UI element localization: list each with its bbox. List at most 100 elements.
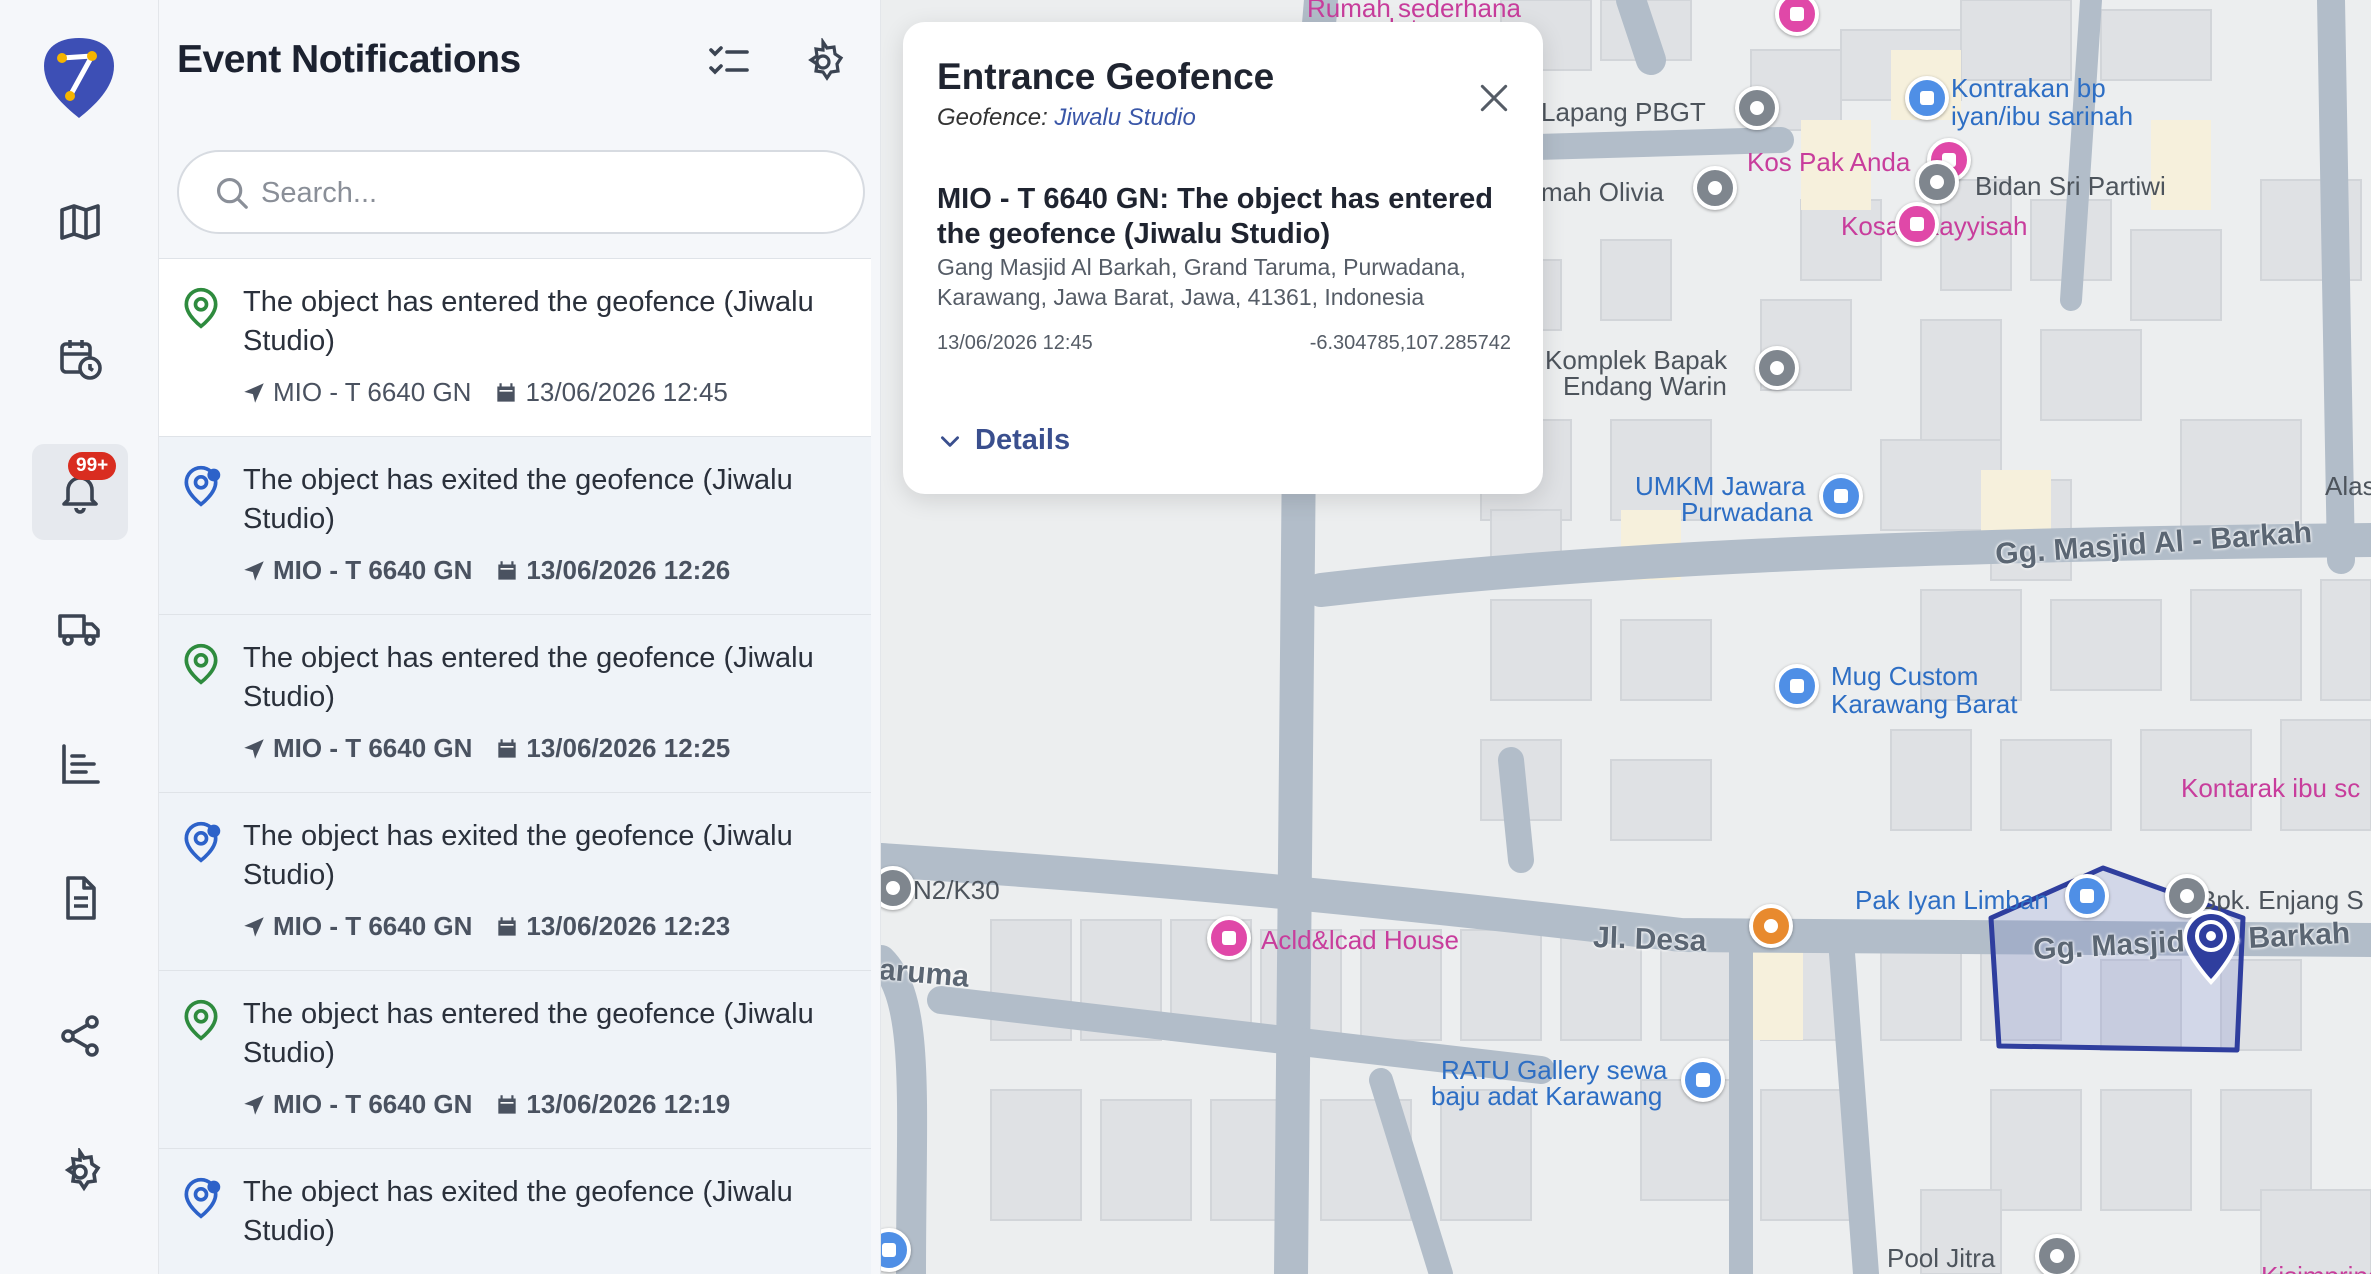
- poi-shop-icon[interactable]: [1775, 664, 1819, 708]
- calendar-icon: [498, 916, 517, 936]
- calendar-icon: [497, 382, 516, 402]
- map-label: mah Olivia: [1541, 177, 1664, 207]
- navigation-arrow-icon: [244, 382, 264, 403]
- map-label: Endang Warin: [1563, 371, 1727, 401]
- map-label: Karawang Barat: [1831, 689, 2018, 719]
- popup-headline: MIO - T 6640 GN: The object has entered …: [937, 183, 1493, 250]
- details-toggle[interactable]: Details: [937, 424, 1070, 457]
- notification-message: The object has exited the geofence (Jiwa…: [243, 1176, 793, 1247]
- popup-title: Entrance Geofence: [937, 56, 1275, 97]
- map-label: Pool Jitra: [1887, 1243, 1996, 1273]
- search-input[interactable]: [261, 168, 841, 218]
- navigation-arrow-icon: [244, 738, 264, 759]
- map-label: Purwadana: [1681, 497, 1813, 527]
- notification-item[interactable]: The object has exited the geofence (Jiwa…: [159, 1148, 871, 1274]
- poi-place-icon[interactable]: [1915, 160, 1959, 204]
- map-label: N2/K30: [913, 875, 1000, 905]
- chevron-down-icon: [941, 435, 959, 447]
- notifications-panel: Event Notifications The object has enter…: [159, 0, 881, 1274]
- nav-notifications[interactable]: 99+: [32, 444, 128, 540]
- geofence-name[interactable]: Jiwalu Studio: [1054, 104, 1195, 131]
- road-label: Jl. Desa: [1592, 921, 1707, 958]
- poi-lodging-icon[interactable]: [1895, 202, 1939, 246]
- nav-rail: 99+: [0, 0, 159, 1274]
- navigation-arrow-icon: [244, 560, 264, 581]
- geofence-enter-icon: [184, 287, 218, 329]
- notification-item[interactable]: The object has entered the geofence (Jiw…: [159, 614, 871, 792]
- notification-message: The object has entered the geofence (Jiw…: [243, 998, 814, 1069]
- calendar-icon: [498, 560, 517, 580]
- poi-place-icon[interactable]: [1735, 86, 1779, 130]
- notification-meta: MIO - T 6640 GN 13/06/2026 12:45: [241, 377, 728, 408]
- notification-meta: MIO - T 6640 GN 13/06/2026 12:23: [241, 911, 730, 942]
- vehicle-name: MIO - T 6640 GN: [273, 733, 473, 763]
- notification-count-badge: 99+: [68, 452, 117, 480]
- bar-chart-icon: [62, 744, 100, 784]
- document-icon: [66, 876, 96, 920]
- search-box: [177, 150, 865, 234]
- poi-place-icon[interactable]: [1755, 346, 1799, 390]
- poi-restaurant-icon[interactable]: [1749, 904, 1793, 948]
- notification-message: The object has entered the geofence (Jiw…: [243, 286, 814, 357]
- nav-schedule[interactable]: [32, 310, 128, 406]
- vehicle-name: MIO - T 6640 GN: [273, 377, 472, 407]
- notification-datetime: 13/06/2026 12:25: [526, 733, 731, 763]
- vehicle-name: MIO - T 6640 GN: [273, 555, 473, 585]
- popup-geofence: Geofence: Jiwalu Studio: [937, 104, 1196, 132]
- map-label: Kontarak ibu sc: [2181, 773, 2361, 803]
- settings-gear-icon[interactable]: [799, 38, 847, 86]
- notification-item[interactable]: The object has exited the geofence (Jiwa…: [159, 792, 871, 970]
- map-label: Kisimpring: [2261, 1262, 2371, 1274]
- map-label: Kos Pak Anda: [1747, 147, 1911, 177]
- geofence-enter-icon: [184, 999, 218, 1041]
- geofence-exit-icon: [184, 821, 221, 863]
- popup-datetime: 13/06/2026 12:45: [937, 332, 1093, 354]
- geofence-enter-icon: [184, 643, 218, 685]
- vehicle-name: MIO - T 6640 GN: [273, 1089, 473, 1119]
- notification-datetime: 13/06/2026 12:45: [525, 377, 728, 407]
- map-label: Bidan Sri Partiwi: [1975, 171, 2166, 201]
- app-logo-icon[interactable]: [42, 36, 116, 120]
- poi-shop-icon[interactable]: [1819, 474, 1863, 518]
- map-label: Komplek Bapak: [1545, 345, 1728, 375]
- map-label: UMKM Jawara: [1635, 471, 1806, 501]
- notification-message: The object has exited the geofence (Jiwa…: [243, 464, 793, 535]
- calendar-clock-icon: [60, 340, 102, 380]
- poi-shop-icon[interactable]: [1905, 76, 1949, 120]
- search-icon: [216, 177, 248, 209]
- map-label: iyan/ibu sarinah: [1951, 101, 2134, 131]
- details-label: Details: [975, 424, 1071, 456]
- geofence-exit-icon: [184, 1177, 221, 1219]
- mark-all-read-icon[interactable]: [705, 38, 753, 86]
- poi-place-icon[interactable]: [2035, 1234, 2079, 1274]
- map-label: Mug Custom: [1831, 661, 1979, 691]
- poi-place-icon[interactable]: [1693, 166, 1737, 210]
- event-detail-popup: Entrance Geofence Geofence: Jiwalu Studi…: [903, 22, 1543, 494]
- notification-item[interactable]: The object has entered the geofence (Jiw…: [159, 258, 871, 436]
- map-label: Alas d: [2325, 471, 2371, 501]
- poi-shop-icon[interactable]: [1681, 1058, 1725, 1102]
- road-label: aruma: [881, 953, 971, 994]
- notification-datetime: 13/06/2026 12:23: [526, 911, 731, 941]
- map-icon: [60, 204, 100, 240]
- close-icon[interactable]: [1474, 78, 1514, 118]
- notification-item[interactable]: The object has entered the geofence (Jiw…: [159, 970, 871, 1148]
- nav-reports-chart[interactable]: [32, 716, 128, 812]
- nav-share[interactable]: [32, 988, 128, 1084]
- vehicle-marker-icon[interactable]: [2179, 908, 2243, 988]
- map-label: Acld&lcad House: [1261, 925, 1459, 955]
- map-label: Kontrakan bp: [1951, 73, 2106, 103]
- nav-documents[interactable]: [32, 850, 128, 946]
- panel-title: Event Notifications: [177, 38, 521, 81]
- popup-address: Gang Masjid Al Barkah, Grand Taruma, Pur…: [937, 254, 1466, 310]
- calendar-icon: [498, 738, 517, 758]
- nav-vehicles[interactable]: [32, 580, 128, 676]
- geofence-label: Geofence:: [937, 104, 1048, 131]
- notification-item[interactable]: The object has exited the geofence (Jiwa…: [159, 436, 871, 614]
- notification-datetime: 13/06/2026 12:26: [526, 555, 731, 585]
- poi-lodging-icon[interactable]: [1207, 916, 1251, 960]
- nav-settings[interactable]: [32, 1124, 128, 1220]
- gear-icon: [64, 1148, 101, 1192]
- nav-map[interactable]: [32, 174, 128, 270]
- poi-shop-icon[interactable]: [2065, 874, 2109, 918]
